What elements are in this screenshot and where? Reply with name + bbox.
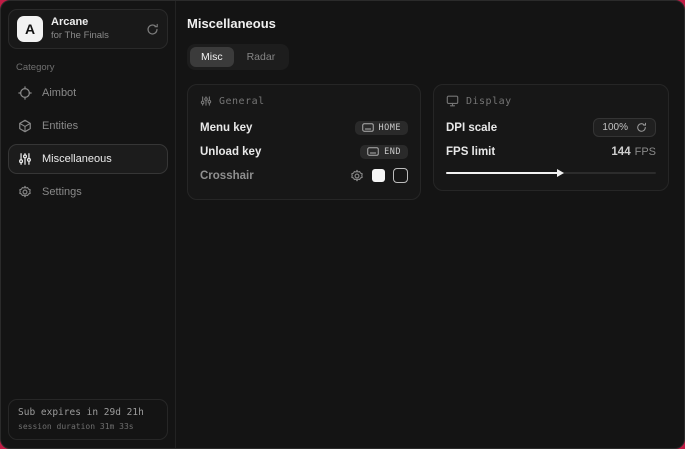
fps-slider-fill <box>446 172 559 174</box>
fps-number: 144 <box>611 146 630 158</box>
unload-key-row: Unload key END <box>200 140 408 163</box>
sidebar-nav: Aimbot Entities <box>8 78 168 207</box>
brand-logo: A <box>17 16 43 42</box>
general-card-title: General <box>219 96 265 107</box>
dpi-scale-value: 100% <box>602 122 628 133</box>
refresh-icon[interactable] <box>636 122 647 133</box>
menu-key-bind-button[interactable]: HOME <box>355 121 408 135</box>
unload-key-bind-button[interactable]: END <box>360 145 408 159</box>
crosshair-icon <box>18 86 32 100</box>
sync-icon[interactable] <box>146 23 159 36</box>
menu-key-label: Menu key <box>200 122 252 134</box>
display-card: Display DPI scale 100% <box>433 84 669 191</box>
fps-unit: FPS <box>635 146 656 158</box>
sidebar: A Arcane for The Finals Category <box>1 1 176 448</box>
fps-limit-label: FPS limit <box>446 146 495 158</box>
session-duration-text: session duration 31m 33s <box>18 422 158 431</box>
crosshair-row: Crosshair <box>200 164 408 187</box>
brand-title: Arcane <box>51 16 109 30</box>
crosshair-controls <box>350 168 408 183</box>
fps-limit-value: 144 FPS <box>611 146 656 158</box>
keyboard-icon <box>362 123 374 132</box>
tab-misc[interactable]: Misc <box>190 47 234 67</box>
sliders-icon <box>200 95 212 107</box>
crosshair-label: Crosshair <box>200 170 254 182</box>
general-card-header: General <box>200 95 408 107</box>
sidebar-item-entities[interactable]: Entities <box>8 111 168 141</box>
display-card-header: Display <box>446 95 656 107</box>
cards-row: General Menu key HOME <box>187 84 669 200</box>
tab-bar: Misc Radar <box>187 44 289 70</box>
crosshair-color-swatch[interactable] <box>372 169 385 182</box>
crosshair-checkbox[interactable] <box>393 168 408 183</box>
crosshair-settings-gear-icon[interactable] <box>350 169 364 183</box>
main-content: Miscellaneous Misc Radar Gene <box>176 1 685 448</box>
sidebar-item-label: Miscellaneous <box>42 153 112 165</box>
desktop-background: { "brand": { "logo_letter": "A", "title"… <box>0 0 685 449</box>
brand-card: A Arcane for The Finals <box>8 9 168 49</box>
tab-radar[interactable]: Radar <box>236 47 287 67</box>
app-window: A Arcane for The Finals Category <box>0 0 685 449</box>
brand-subtitle: for The Finals <box>51 30 109 42</box>
menu-key-value: HOME <box>379 123 401 133</box>
sidebar-item-miscellaneous[interactable]: Miscellaneous <box>8 144 168 174</box>
sub-expiry-text: Sub expires in 29d 21h <box>18 407 158 418</box>
monitor-icon <box>446 95 459 107</box>
cube-icon <box>18 119 32 133</box>
sliders-icon <box>18 152 32 166</box>
display-card-title: Display <box>466 96 512 107</box>
dpi-scale-label: DPI scale <box>446 122 497 134</box>
sidebar-item-settings[interactable]: Settings <box>8 177 168 207</box>
fps-limit-slider[interactable] <box>446 168 656 178</box>
category-label: Category <box>16 62 168 73</box>
dpi-scale-control[interactable]: 100% <box>593 118 656 137</box>
general-card: General Menu key HOME <box>187 84 421 200</box>
unload-key-value: END <box>384 147 401 157</box>
unload-key-label: Unload key <box>200 146 261 158</box>
fps-slider-thumb[interactable] <box>557 169 564 177</box>
subscription-card: Sub expires in 29d 21h session duration … <box>8 399 168 440</box>
dpi-scale-row: DPI scale 100% <box>446 116 656 139</box>
brand-text: Arcane for The Finals <box>51 16 109 42</box>
page-title: Miscellaneous <box>187 16 669 31</box>
sidebar-item-aimbot[interactable]: Aimbot <box>8 78 168 108</box>
menu-key-row: Menu key HOME <box>200 116 408 139</box>
fps-limit-row: FPS limit 144 FPS <box>446 140 656 163</box>
sidebar-item-label: Settings <box>42 186 82 198</box>
sidebar-item-label: Aimbot <box>42 87 76 99</box>
gear-icon <box>18 185 32 199</box>
keyboard-icon <box>367 147 379 156</box>
sidebar-item-label: Entities <box>42 120 78 132</box>
